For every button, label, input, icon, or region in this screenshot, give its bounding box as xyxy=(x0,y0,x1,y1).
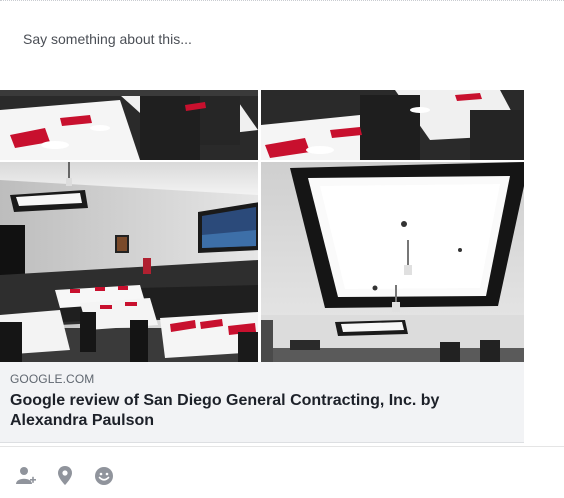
top-divider xyxy=(0,0,564,3)
link-title[interactable]: Google review of San Diego General Contr… xyxy=(10,391,514,431)
tag-friends-button[interactable] xyxy=(12,462,40,490)
photo-bottom-left xyxy=(0,162,260,362)
link-preview-card[interactable]: GOOGLE.COM Google review of San Diego Ge… xyxy=(0,90,524,443)
action-divider xyxy=(0,446,564,447)
check-in-button[interactable] xyxy=(51,462,79,490)
feeling-smiley-icon xyxy=(94,466,114,486)
composer-action-bar xyxy=(12,462,129,490)
location-pin-icon xyxy=(58,466,72,486)
tag-friends-icon xyxy=(15,466,37,486)
feeling-activity-button[interactable] xyxy=(90,462,118,490)
photo-top-left xyxy=(0,90,258,160)
photo-top-right xyxy=(261,90,524,160)
link-preview-meta: GOOGLE.COM Google review of San Diego Ge… xyxy=(10,371,514,431)
share-composer: GOOGLE.COM Google review of San Diego Ge… xyxy=(0,0,564,498)
link-preview-image[interactable] xyxy=(0,90,524,362)
link-domain: GOOGLE.COM xyxy=(10,372,95,386)
status-input[interactable] xyxy=(23,28,543,50)
restaurant-photo-collage xyxy=(0,90,524,362)
photo-bottom-right xyxy=(261,162,524,362)
